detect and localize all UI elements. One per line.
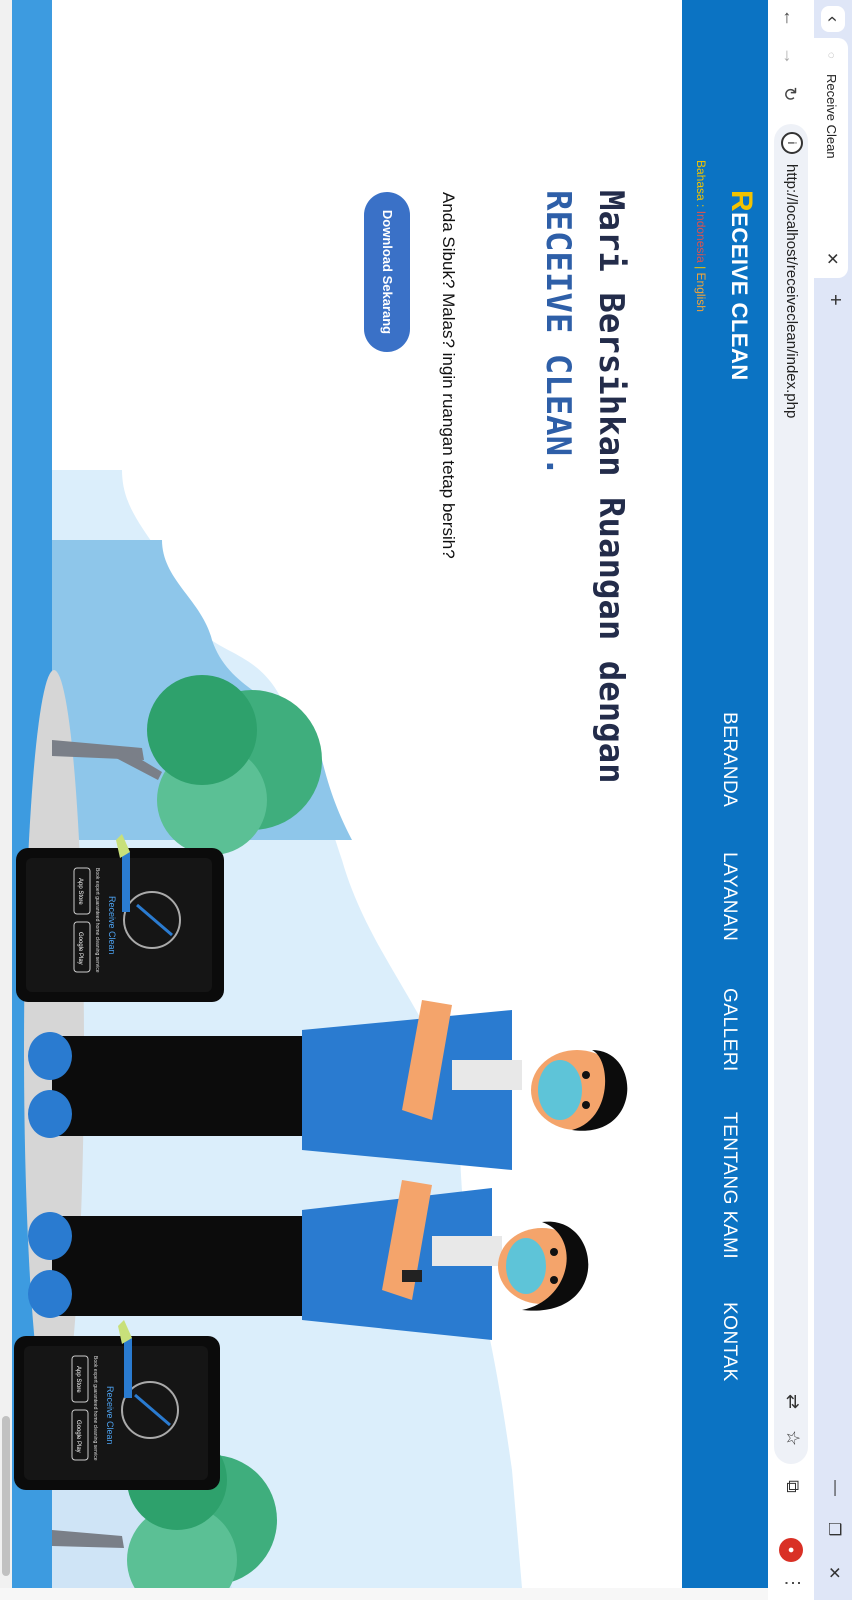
scrollbar-thumb[interactable]	[2, 1416, 10, 1576]
page-favicon-icon: ◌	[825, 52, 837, 59]
nav-galleri[interactable]: GALLERI	[718, 988, 740, 1072]
forward-button[interactable]: →	[778, 44, 802, 68]
language-switcher: Bahasa : Indonesia | English	[694, 160, 708, 312]
lang-separator: |	[694, 262, 708, 273]
logo-initial: R	[725, 190, 758, 213]
url-text[interactable]: http://localhost/receiveclean/index.php	[783, 164, 800, 418]
tab-close-icon[interactable]: ✕	[822, 252, 842, 265]
hero-section: Receive Clean Book expert guaranteed hom…	[12, 0, 682, 1588]
hero-headline: Mari Bersihkan Ruangan dengan	[591, 190, 631, 784]
site-info-icon[interactable]: i	[781, 132, 803, 154]
hero-subtext: Anda Sibuk? Malas? ingin ruangan tetap b…	[439, 192, 458, 559]
phone1-logo-text: Receive Clean	[107, 896, 117, 955]
close-window-button[interactable]: ✕	[824, 1566, 844, 1579]
lang-indonesia-link[interactable]: Indonesia	[694, 211, 708, 263]
lang-english-link[interactable]: English	[694, 273, 708, 312]
translate-icon[interactable]: ⇄	[782, 1394, 803, 1409]
hero-illustration: Receive Clean Book expert guaranteed hom…	[12, 0, 682, 1588]
nav-kontak[interactable]: KONTAK	[718, 1302, 740, 1382]
phone1-tagline: Book expert guaranteed home cleaning ser…	[94, 868, 100, 973]
nav-layanan[interactable]: LAYANAN	[718, 852, 740, 941]
restore-button[interactable]: ❐	[824, 1522, 844, 1536]
new-tab-button[interactable]: +	[823, 294, 846, 306]
site-logo[interactable]: RECEIVE CLEAN	[724, 190, 758, 381]
bookmark-star-icon[interactable]: ☆	[782, 1430, 803, 1446]
phone2-google-play: Google Play	[75, 1420, 81, 1453]
nav-tentang-kami[interactable]: TENTANG KAMI	[718, 1112, 740, 1259]
vertical-scroll-gutter	[0, 1588, 768, 1600]
download-button[interactable]: Download Sekarang	[364, 192, 410, 352]
language-label: Bahasa :	[694, 160, 708, 211]
minimize-button[interactable]: —	[826, 1480, 844, 1496]
phone1-app-store: App Store	[77, 878, 83, 905]
tab-search-button[interactable]: ‹	[821, 6, 845, 32]
rotated-screen: ‹ ◌ Receive Clean ✕ + — ❐ ✕ ← → ↻ i http…	[0, 0, 852, 1600]
profile-avatar[interactable]: ●	[779, 1538, 803, 1562]
site-header: RECEIVE CLEAN Bahasa : Indonesia | Engli…	[682, 0, 768, 1588]
reload-button[interactable]: ↻	[778, 82, 802, 106]
tab-strip: ‹ ◌ Receive Clean ✕ + — ❐ ✕	[814, 0, 852, 1600]
nav-beranda[interactable]: BERANDA	[718, 712, 740, 807]
address-bar[interactable]: i http://localhost/receiveclean/index.ph…	[774, 124, 808, 1464]
phone2-app-store: App Store	[75, 1366, 81, 1393]
phone2-logo-text: Receive Clean	[105, 1386, 115, 1445]
tab-title: Receive Clean	[824, 74, 839, 159]
horizontal-scrollbar[interactable]	[0, 0, 12, 1588]
browser-toolbar: ← → ↻ i http://localhost/receiveclean/in…	[767, 0, 814, 1600]
back-button[interactable]: ←	[778, 6, 802, 30]
phone1-google-play: Google Play	[77, 932, 83, 965]
menu-icon[interactable]: ⋮	[782, 1574, 803, 1592]
logo-text: ECEIVE CLEAN	[727, 212, 752, 381]
phone2-tagline: Book expert guaranteed home cleaning ser…	[92, 1356, 98, 1461]
hero-headline-brand: RECEIVE CLEAN.	[538, 190, 578, 477]
extensions-icon[interactable]: ⧉	[782, 1480, 803, 1493]
browser-tab[interactable]: ◌ Receive Clean ✕	[814, 38, 848, 278]
